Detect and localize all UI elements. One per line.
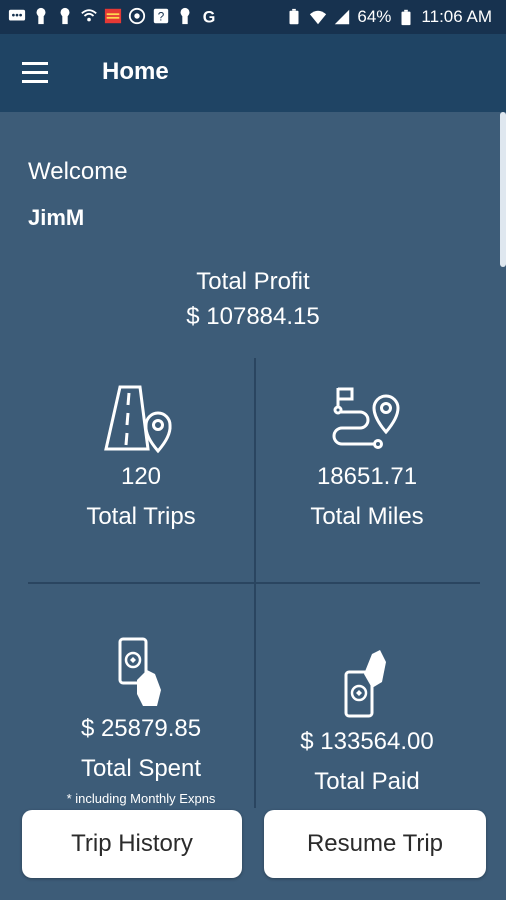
total-paid-label: Total Paid [314,768,420,795]
total-profit-value: $ 107884.15 [186,303,320,330]
total-miles-value: 18651.71 [316,463,418,490]
notification-icons: ? G [8,7,218,25]
grid-divider-horizontal [28,582,480,584]
total-spent-note: * including Monthly Expns [66,791,216,806]
help-icon: ? [153,8,169,24]
phone-pay-icon [118,637,161,706]
total-trips-value: 120 [120,463,162,490]
road-pin-icon [104,385,172,454]
keyhole-icon [180,7,190,25]
total-miles-label: Total Miles [310,503,424,530]
status-bar: ? G 64% 11:06 AM [0,0,506,34]
clock: 11:06 AM [421,7,492,26]
total-spent-value: $ 25879.85 [80,715,202,742]
total-spent-cell: $ 25879.85 Total Spent * including Month… [28,715,254,806]
total-spent-label: Total Spent [80,755,202,782]
hamburger-line [22,80,48,83]
wifi-icon [310,10,327,25]
scrollbar[interactable] [500,112,506,267]
trip-history-button[interactable]: Trip History [22,810,242,878]
total-paid-value: $ 133564.00 [300,728,434,755]
total-trips-cell: 120 Total Trips [28,463,254,531]
battery-percent: 64% [357,7,392,26]
total-trips-label: Total Trips [86,503,196,530]
total-miles-cell: 18651.71 Total Miles [254,463,480,531]
page-title: Home [102,58,169,85]
phone-receive-icon [344,650,386,718]
hamburger-line [22,71,48,74]
gear-badge-icon [128,7,146,25]
svg-text:G: G [203,8,216,25]
wifi-calling-icon [81,9,97,22]
app-bar: Home [0,34,506,112]
red-app-icon [104,8,122,24]
message-icon [8,9,26,21]
keyhole-icon [60,7,70,25]
signal-icon [335,9,350,25]
total-profit-label: Total Profit [196,268,310,295]
hamburger-icon [22,62,48,65]
google-g-icon: G [203,8,216,25]
menu-button[interactable] [22,56,56,90]
total-paid-cell: $ 133564.00 Total Paid [254,728,480,796]
svg-text:?: ? [158,11,165,24]
battery-icon [401,9,411,26]
system-icons: 64% 11:06 AM [285,7,492,27]
keyhole-icon [36,7,46,25]
username: JimM [28,205,85,230]
battery-saver-icon [289,8,299,25]
resume-trip-button[interactable]: Resume Trip [264,810,486,878]
route-pin-icon [332,387,400,449]
welcome-text: Welcome [28,158,128,185]
